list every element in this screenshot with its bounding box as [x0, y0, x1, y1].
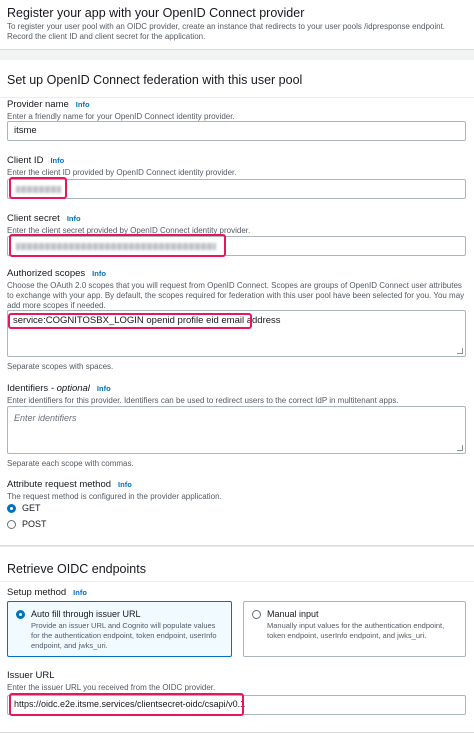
auto-fill-description: Provide an issuer URL and Cognito will p… — [31, 621, 217, 650]
scopes-label: Authorized scopes Info — [7, 268, 106, 279]
auto-fill-label: Auto fill through issuer URL — [31, 609, 141, 619]
identifiers-hint: Enter identifiers for this provider. Ide… — [7, 396, 399, 405]
identifiers-label: Identifiers - optional Info — [7, 383, 111, 394]
attribute-method-label: Attribute request method Info — [7, 479, 132, 490]
section-divider — [0, 97, 474, 98]
radio-post[interactable]: POST — [7, 519, 47, 529]
attribute-method-hint: The request method is configured in the … — [7, 492, 222, 501]
radio-post-label: POST — [22, 519, 47, 529]
provider-name-input[interactable]: itsme — [7, 121, 466, 141]
identifiers-placeholder: Enter identifiers — [14, 413, 77, 423]
client-secret-label: Client secret Info — [7, 213, 81, 224]
retrieve-title: Retrieve OIDC endpoints — [7, 562, 146, 576]
identifiers-footer: Separate each scope with commas. — [7, 459, 134, 468]
identifiers-textarea[interactable]: Enter identifiers — [7, 406, 466, 454]
radio-get-control[interactable] — [7, 503, 16, 513]
register-app-section: Register your app with your OpenID Conne… — [0, 0, 474, 50]
federation-section: Set up OpenID Connect federation with th… — [0, 60, 474, 546]
scopes-hint: Choose the OAuth 2.0 scopes that you wil… — [7, 281, 465, 310]
client-id-input[interactable] — [7, 179, 466, 199]
scopes-highlight — [8, 313, 252, 329]
register-description: To register your user pool with an OIDC … — [7, 22, 446, 41]
manual-description: Manually input values for the authentica… — [267, 621, 445, 640]
client-secret-info-link[interactable]: Info — [67, 214, 81, 223]
identifiers-info-link[interactable]: Info — [97, 384, 111, 393]
radio-post-control[interactable] — [7, 519, 16, 529]
provider-name-hint: Enter a friendly name for your OpenID Co… — [7, 112, 235, 121]
client-id-hint: Enter the client ID provided by OpenID C… — [7, 168, 237, 177]
provider-name-info-link[interactable]: Info — [76, 100, 90, 109]
client-secret-highlight — [9, 234, 226, 257]
issuer-url-highlight — [9, 693, 244, 716]
setup-method-info-link[interactable]: Info — [73, 588, 87, 597]
issuer-url-hint: Enter the issuer URL you received from t… — [7, 683, 216, 692]
client-id-info-link[interactable]: Info — [50, 156, 64, 165]
setup-option-auto-fill[interactable]: Auto fill through issuer URL Provide an … — [7, 601, 232, 657]
manual-label: Manual input — [267, 609, 319, 619]
radio-get[interactable]: GET — [7, 503, 41, 513]
scopes-info-link[interactable]: Info — [92, 269, 106, 278]
scopes-footer: Separate scopes with spaces. — [7, 362, 114, 371]
manual-radio[interactable] — [252, 609, 261, 619]
section-divider — [0, 581, 474, 582]
setup-method-label: Setup method Info — [7, 587, 87, 598]
issuer-url-label: Issuer URL — [7, 670, 55, 681]
auto-fill-radio[interactable] — [16, 609, 25, 619]
client-id-label: Client ID Info — [7, 155, 65, 166]
resize-handle[interactable] — [457, 348, 463, 354]
setup-option-manual[interactable]: Manual input Manually input values for t… — [243, 601, 466, 657]
federation-title: Set up OpenID Connect federation with th… — [7, 73, 303, 87]
resize-handle[interactable] — [457, 445, 463, 451]
attribute-method-info-link[interactable]: Info — [118, 480, 132, 489]
radio-get-label: GET — [22, 503, 41, 513]
register-title: Register your app with your OpenID Conne… — [7, 6, 305, 20]
client-id-highlight — [9, 177, 67, 199]
provider-name-label: Provider name Info — [7, 99, 90, 110]
